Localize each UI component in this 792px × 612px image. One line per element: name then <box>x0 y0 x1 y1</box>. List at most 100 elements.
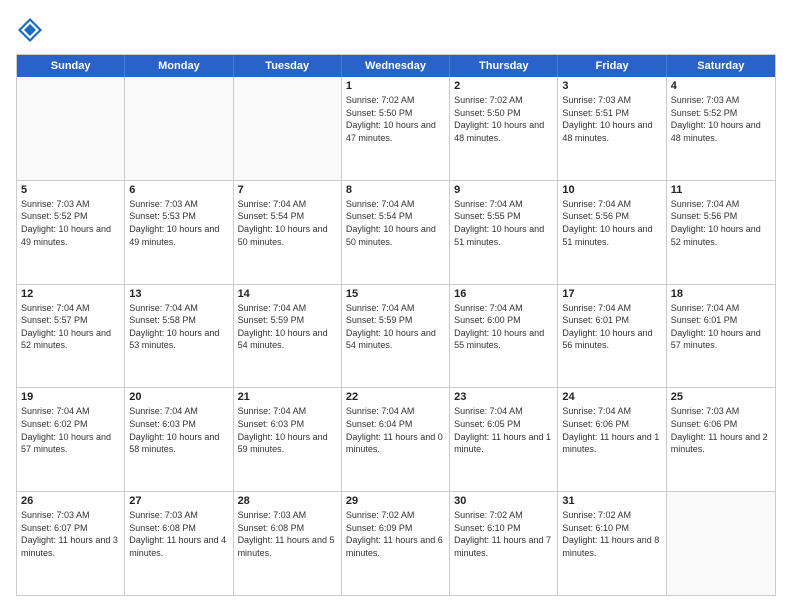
day-number: 26 <box>21 495 120 507</box>
day-number: 7 <box>238 184 337 196</box>
logo <box>16 16 48 44</box>
calendar-cell: 17Sunrise: 7:04 AM Sunset: 6:01 PM Dayli… <box>558 285 666 388</box>
calendar-cell: 18 Sunrise: 7:04 AM Sunset: 6:01 PM Dayli… <box>667 285 775 388</box>
cal-header-day: Tuesday <box>234 55 342 77</box>
cell-info: Sunrise: 7:02 AM Sunset: 6:09 PM Dayligh… <box>346 509 445 559</box>
cell-info: Sunrise: 7:04 AM Sunset: 6:03 PM Dayligh… <box>238 405 337 455</box>
cell-info: Sunrise: 7:04 AM Sunset: 5:56 PM Dayligh… <box>671 198 771 248</box>
cell-info: Sunrise: 7:04 AM Sunset: 5:59 PM Dayligh… <box>238 302 337 352</box>
day-number: 4 <box>671 80 771 92</box>
cal-header-day: Wednesday <box>342 55 450 77</box>
cell-info: Sunrise: 7:03 AM Sunset: 6:06 PM Dayligh… <box>671 405 771 455</box>
calendar-header: SundayMondayTuesdayWednesdayThursdayFrid… <box>17 55 775 77</box>
calendar-cell: 23 Sunrise: 7:04 AM Sunset: 6:05 PM Dayli… <box>450 388 558 491</box>
day-number: 31 <box>562 495 661 507</box>
day-number: 1 <box>346 80 445 92</box>
calendar-cell: 15Sunrise: 7:04 AM Sunset: 5:59 PM Dayli… <box>342 285 450 388</box>
day-number: 19 <box>21 391 120 403</box>
cell-info: Sunrise: 7:04 AM Sunset: 5:54 PM Dayligh… <box>346 198 445 248</box>
calendar-cell <box>17 77 125 180</box>
cell-info: Sunrise: 7:03 AM Sunset: 6:08 PM Dayligh… <box>238 509 337 559</box>
calendar-cell: 16 Sunrise: 7:04 AM Sunset: 6:00 PM Dayli… <box>450 285 558 388</box>
calendar-cell: 22 Sunrise: 7:04 AM Sunset: 6:04 PM Dayli… <box>342 388 450 491</box>
calendar-cell: 12 Sunrise: 7:04 AM Sunset: 5:57 PM Dayli… <box>17 285 125 388</box>
calendar-cell: 13 Sunrise: 7:04 AM Sunset: 5:58 PM Dayli… <box>125 285 233 388</box>
day-number: 25 <box>671 391 771 403</box>
calendar-cell: 14 Sunrise: 7:04 AM Sunset: 5:59 PM Dayli… <box>234 285 342 388</box>
cal-header-day: Saturday <box>667 55 775 77</box>
page: SundayMondayTuesdayWednesdayThursdayFrid… <box>0 0 792 612</box>
day-number: 12 <box>21 288 120 300</box>
calendar-cell <box>125 77 233 180</box>
day-number: 13 <box>129 288 228 300</box>
cell-info: Sunrise: 7:04 AM Sunset: 5:55 PM Dayligh… <box>454 198 553 248</box>
cell-info: Sunrise: 7:02 AM Sunset: 5:50 PM Dayligh… <box>454 94 553 144</box>
day-number: 5 <box>21 184 120 196</box>
cell-info: Sunrise: 7:02 AM Sunset: 5:50 PM Dayligh… <box>346 94 445 144</box>
calendar-cell: 7 Sunrise: 7:04 AM Sunset: 5:54 PM Daylig… <box>234 181 342 284</box>
cell-info: Sunrise: 7:04 AM Sunset: 6:01 PM Dayligh… <box>562 302 661 352</box>
day-number: 30 <box>454 495 553 507</box>
calendar-cell: 24Sunrise: 7:04 AM Sunset: 6:06 PM Dayli… <box>558 388 666 491</box>
cal-header-day: Monday <box>125 55 233 77</box>
calendar-cell: 25 Sunrise: 7:03 AM Sunset: 6:06 PM Dayli… <box>667 388 775 491</box>
cal-header-day: Sunday <box>17 55 125 77</box>
cell-info: Sunrise: 7:02 AM Sunset: 6:10 PM Dayligh… <box>562 509 661 559</box>
calendar-cell: 8 Sunrise: 7:04 AM Sunset: 5:54 PM Daylig… <box>342 181 450 284</box>
cal-header-day: Thursday <box>450 55 558 77</box>
day-number: 29 <box>346 495 445 507</box>
cell-info: Sunrise: 7:04 AM Sunset: 6:03 PM Dayligh… <box>129 405 228 455</box>
cell-info: Sunrise: 7:04 AM Sunset: 5:58 PM Dayligh… <box>129 302 228 352</box>
cell-info: Sunrise: 7:04 AM Sunset: 6:04 PM Dayligh… <box>346 405 445 455</box>
cell-info: Sunrise: 7:04 AM Sunset: 6:06 PM Dayligh… <box>562 405 661 455</box>
calendar-cell: 10 Sunrise: 7:04 AM Sunset: 5:56 PM Dayli… <box>558 181 666 284</box>
calendar-cell: 1 Sunrise: 7:02 AM Sunset: 5:50 PM Daylig… <box>342 77 450 180</box>
calendar-row: 19 Sunrise: 7:04 AM Sunset: 6:02 PM Dayli… <box>17 388 775 492</box>
calendar-cell: 29 Sunrise: 7:02 AM Sunset: 6:09 PM Dayli… <box>342 492 450 595</box>
header <box>16 16 776 44</box>
calendar-row: 26 Sunrise: 7:03 AM Sunset: 6:07 PM Dayli… <box>17 492 775 595</box>
calendar-cell: 4 Sunrise: 7:03 AM Sunset: 5:52 PM Daylig… <box>667 77 775 180</box>
calendar-cell: 20 Sunrise: 7:04 AM Sunset: 6:03 PM Dayli… <box>125 388 233 491</box>
calendar-cell: 19 Sunrise: 7:04 AM Sunset: 6:02 PM Dayli… <box>17 388 125 491</box>
day-number: 27 <box>129 495 228 507</box>
calendar-border: SundayMondayTuesdayWednesdayThursdayFrid… <box>16 54 776 596</box>
cell-info: Sunrise: 7:04 AM Sunset: 5:54 PM Dayligh… <box>238 198 337 248</box>
calendar-row: 1 Sunrise: 7:02 AM Sunset: 5:50 PM Daylig… <box>17 77 775 181</box>
day-number: 28 <box>238 495 337 507</box>
day-number: 10 <box>562 184 661 196</box>
calendar-body: 1 Sunrise: 7:02 AM Sunset: 5:50 PM Daylig… <box>17 77 775 595</box>
cell-info: Sunrise: 7:04 AM Sunset: 6:01 PM Dayligh… <box>671 302 771 352</box>
day-number: 16 <box>454 288 553 300</box>
day-number: 8 <box>346 184 445 196</box>
day-number: 23 <box>454 391 553 403</box>
day-number: 22 <box>346 391 445 403</box>
cell-info: Sunrise: 7:03 AM Sunset: 5:51 PM Dayligh… <box>562 94 661 144</box>
cell-info: Sunrise: 7:04 AM Sunset: 5:56 PM Dayligh… <box>562 198 661 248</box>
calendar-cell: 27 Sunrise: 7:03 AM Sunset: 6:08 PM Dayli… <box>125 492 233 595</box>
calendar-cell: 30 Sunrise: 7:02 AM Sunset: 6:10 PM Dayli… <box>450 492 558 595</box>
logo-icon <box>16 16 44 44</box>
cell-info: Sunrise: 7:04 AM Sunset: 5:57 PM Dayligh… <box>21 302 120 352</box>
day-number: 11 <box>671 184 771 196</box>
day-number: 14 <box>238 288 337 300</box>
calendar-cell: 28 Sunrise: 7:03 AM Sunset: 6:08 PM Dayli… <box>234 492 342 595</box>
calendar-row: 12 Sunrise: 7:04 AM Sunset: 5:57 PM Dayli… <box>17 285 775 389</box>
calendar-cell: 21 Sunrise: 7:04 AM Sunset: 6:03 PM Dayli… <box>234 388 342 491</box>
cell-info: Sunrise: 7:03 AM Sunset: 6:08 PM Dayligh… <box>129 509 228 559</box>
day-number: 20 <box>129 391 228 403</box>
day-number: 6 <box>129 184 228 196</box>
cell-info: Sunrise: 7:02 AM Sunset: 6:10 PM Dayligh… <box>454 509 553 559</box>
calendar-cell: 2 Sunrise: 7:02 AM Sunset: 5:50 PM Daylig… <box>450 77 558 180</box>
cell-info: Sunrise: 7:04 AM Sunset: 6:02 PM Dayligh… <box>21 405 120 455</box>
cell-info: Sunrise: 7:03 AM Sunset: 5:52 PM Dayligh… <box>671 94 771 144</box>
day-number: 18 <box>671 288 771 300</box>
calendar-cell: 6Sunrise: 7:03 AM Sunset: 5:53 PM Daylig… <box>125 181 233 284</box>
day-number: 2 <box>454 80 553 92</box>
day-number: 21 <box>238 391 337 403</box>
calendar-cell: 3Sunrise: 7:03 AM Sunset: 5:51 PM Daylig… <box>558 77 666 180</box>
cell-info: Sunrise: 7:03 AM Sunset: 6:07 PM Dayligh… <box>21 509 120 559</box>
cell-info: Sunrise: 7:03 AM Sunset: 5:52 PM Dayligh… <box>21 198 120 248</box>
cell-info: Sunrise: 7:04 AM Sunset: 6:00 PM Dayligh… <box>454 302 553 352</box>
cell-info: Sunrise: 7:04 AM Sunset: 6:05 PM Dayligh… <box>454 405 553 455</box>
